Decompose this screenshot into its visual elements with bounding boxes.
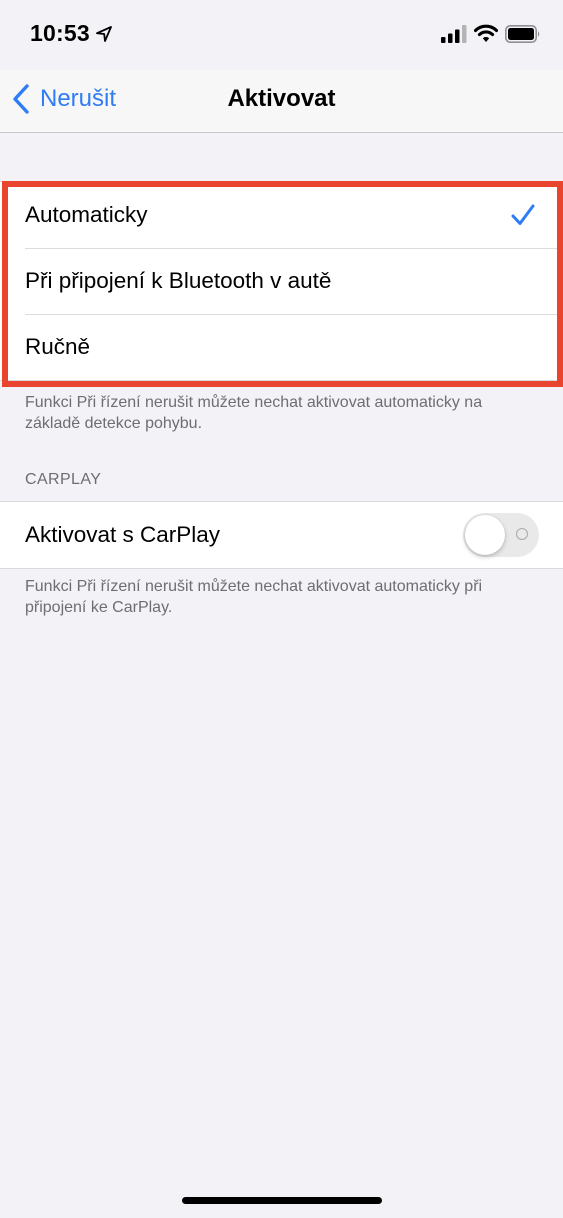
page-title: Aktivovat [227,85,336,112]
battery-icon [505,25,540,43]
option-automatic[interactable]: Automaticky [0,182,563,248]
location-arrow-icon [96,26,112,42]
option-label: Při připojení k Bluetooth v autě [25,268,332,293]
carplay-row-label: Aktivovat s CarPlay [25,522,221,547]
option-label: Automaticky [25,202,148,227]
options-footer-text: Funkci Při řízení nerušit můžete nechat … [25,394,483,432]
wifi-icon [474,24,498,42]
carplay-footer-text: Funkci Při řízení nerušit můžete nechat … [25,578,483,616]
checkmark-icon [511,204,535,225]
option-bluetooth[interactable]: Při připojení k Bluetooth v autě [0,248,563,314]
status-time: 10:53 [30,20,90,46]
toggle-off-indicator-icon [516,528,528,540]
carplay-section-header: CARPLAY [25,471,102,488]
toggle-knob [465,515,505,555]
navigation-bar: Nerušit Aktivovat [0,70,563,133]
home-indicator[interactable] [182,1197,382,1204]
carplay-row: Aktivovat s CarPlay [0,501,563,569]
carplay-toggle[interactable] [463,513,539,557]
option-manual[interactable]: Ručně [0,314,563,380]
option-label: Ručně [25,334,91,359]
status-bar: 10:53 [0,0,563,70]
activation-options-list: Automaticky Při připojení k Bluetooth v … [0,181,563,381]
cellular-signal-icon [441,25,467,43]
